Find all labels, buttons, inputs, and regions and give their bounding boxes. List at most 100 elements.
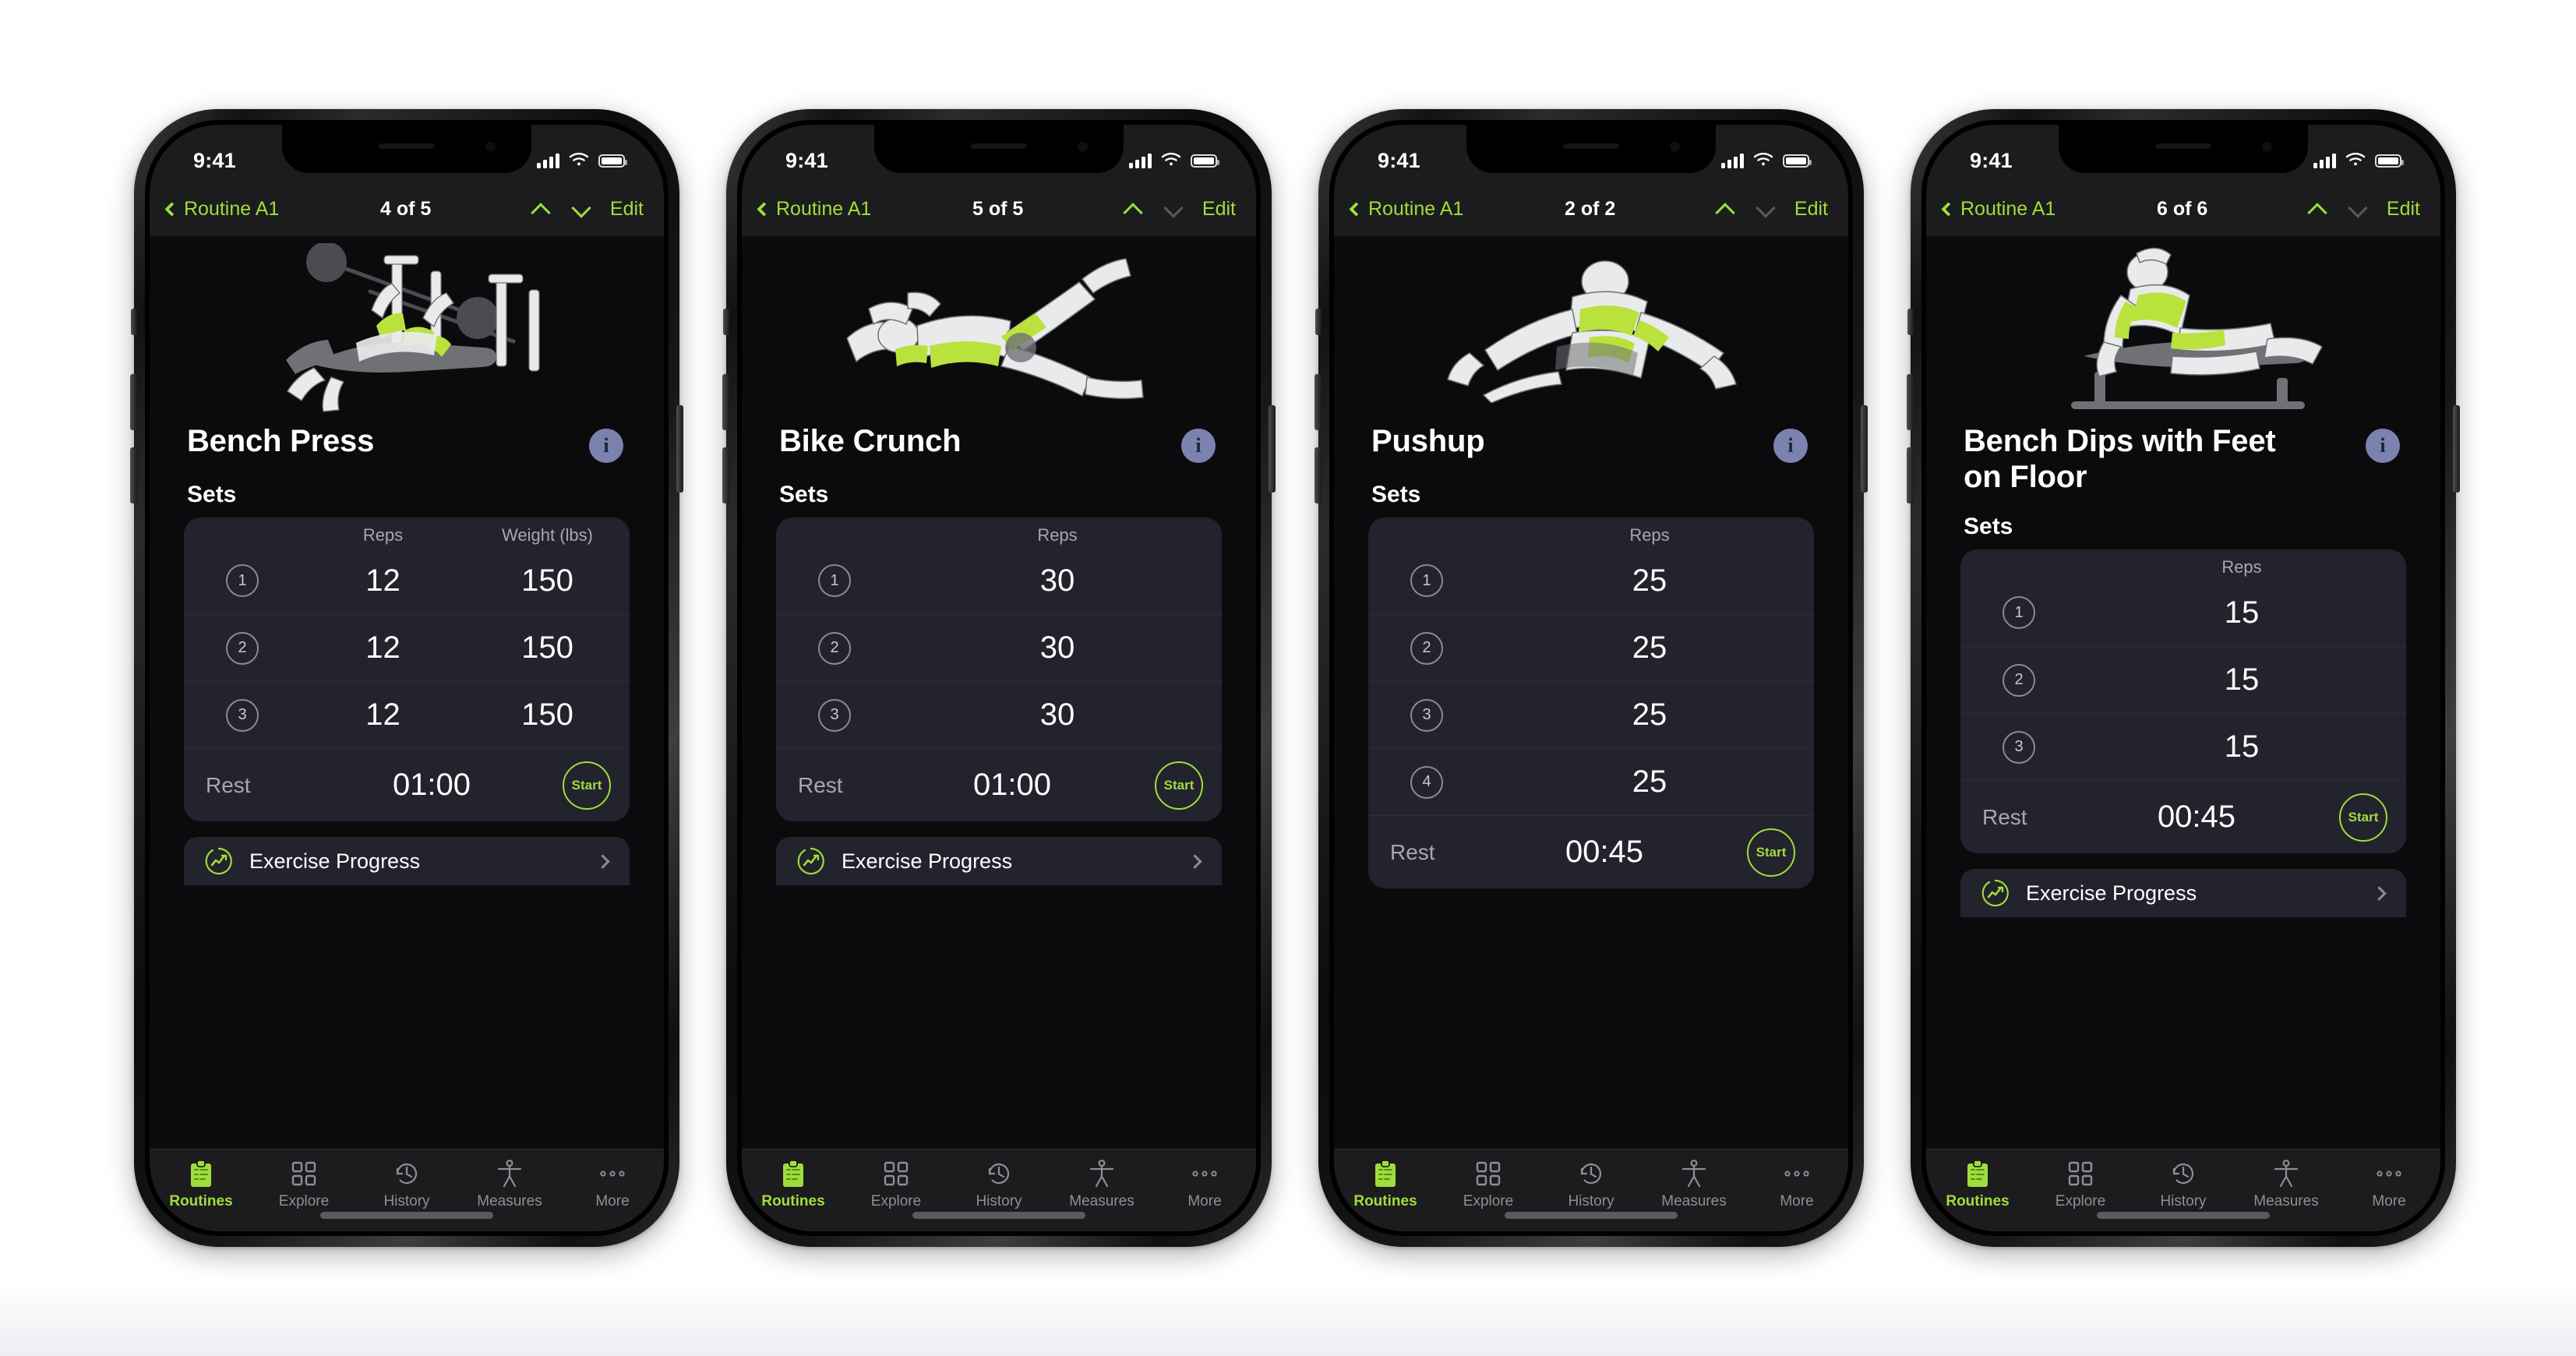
- set-row[interactable]: 3 25: [1368, 681, 1814, 748]
- tab-routines[interactable]: Routines: [150, 1158, 252, 1210]
- tab-explore[interactable]: Explore: [845, 1158, 947, 1210]
- home-indicator[interactable]: [912, 1212, 1085, 1219]
- exercise-progress-row[interactable]: Exercise Progress: [776, 837, 1222, 885]
- tab-measures[interactable]: Measures: [1050, 1158, 1153, 1210]
- next-exercise-button[interactable]: [1757, 201, 1774, 218]
- rest-duration[interactable]: 00:45: [2054, 800, 2339, 835]
- home-indicator[interactable]: [1505, 1212, 1678, 1219]
- volume-down-button[interactable]: [722, 447, 729, 503]
- edit-button[interactable]: Edit: [2387, 198, 2420, 221]
- tab-more[interactable]: More: [1745, 1158, 1848, 1210]
- set-reps-value[interactable]: 12: [301, 563, 465, 599]
- start-rest-timer-button[interactable]: Start: [1155, 761, 1203, 810]
- mute-switch[interactable]: [131, 309, 137, 335]
- set-reps-value[interactable]: 30: [893, 630, 1222, 666]
- edit-button[interactable]: Edit: [610, 198, 644, 221]
- home-indicator[interactable]: [2097, 1212, 2270, 1219]
- tab-history[interactable]: History: [2132, 1158, 2235, 1210]
- previous-exercise-button[interactable]: [1717, 201, 1734, 218]
- back-to-routine-button[interactable]: Routine A1: [1349, 198, 1463, 221]
- next-exercise-button[interactable]: [573, 201, 590, 218]
- set-reps-value[interactable]: 12: [301, 630, 465, 666]
- tab-history[interactable]: History: [1540, 1158, 1643, 1210]
- tab-more[interactable]: More: [1153, 1158, 1256, 1210]
- previous-exercise-button[interactable]: [1124, 201, 1142, 218]
- set-reps-value[interactable]: 25: [1485, 563, 1814, 599]
- set-row[interactable]: 4 25: [1368, 748, 1814, 815]
- set-row[interactable]: 1 15: [1960, 579, 2406, 646]
- exercise-progress-row[interactable]: Exercise Progress: [1960, 869, 2406, 918]
- set-reps-value[interactable]: 12: [301, 697, 465, 733]
- tab-explore[interactable]: Explore: [2029, 1158, 2132, 1210]
- set-reps-value[interactable]: 30: [893, 697, 1222, 733]
- home-indicator[interactable]: [320, 1212, 493, 1219]
- volume-up-button[interactable]: [1907, 374, 1914, 430]
- set-reps-value[interactable]: 25: [1485, 697, 1814, 733]
- next-exercise-button[interactable]: [1165, 201, 1182, 218]
- power-button[interactable]: [2453, 405, 2460, 493]
- rest-duration[interactable]: 00:45: [1462, 835, 1747, 870]
- rest-duration[interactable]: 01:00: [301, 768, 563, 803]
- set-reps-value[interactable]: 15: [2077, 595, 2406, 630]
- set-row[interactable]: 2 25: [1368, 614, 1814, 681]
- set-reps-value[interactable]: 15: [2077, 729, 2406, 765]
- power-button[interactable]: [1269, 405, 1276, 493]
- set-weight-value[interactable]: 150: [465, 563, 630, 599]
- info-icon[interactable]: i: [1773, 429, 1808, 463]
- info-icon[interactable]: i: [1181, 429, 1216, 463]
- tab-explore[interactable]: Explore: [252, 1158, 355, 1210]
- set-row[interactable]: 2 30: [776, 614, 1222, 681]
- next-exercise-button[interactable]: [2349, 201, 2366, 218]
- tab-routines[interactable]: Routines: [742, 1158, 845, 1210]
- set-row[interactable]: 1 25: [1368, 547, 1814, 614]
- back-to-routine-button[interactable]: Routine A1: [164, 198, 279, 221]
- set-row[interactable]: 1 30: [776, 547, 1222, 614]
- volume-up-button[interactable]: [1314, 374, 1322, 430]
- set-row[interactable]: 3 12 150: [184, 681, 630, 748]
- edit-button[interactable]: Edit: [1794, 198, 1828, 221]
- set-row[interactable]: 3 15: [1960, 713, 2406, 780]
- set-reps-value[interactable]: 15: [2077, 662, 2406, 697]
- start-rest-timer-button[interactable]: Start: [563, 761, 611, 810]
- start-rest-timer-button[interactable]: Start: [1747, 828, 1795, 877]
- power-button[interactable]: [1861, 405, 1868, 493]
- previous-exercise-button[interactable]: [2309, 201, 2326, 218]
- tab-measures[interactable]: Measures: [458, 1158, 561, 1210]
- volume-up-button[interactable]: [722, 374, 729, 430]
- start-rest-timer-button[interactable]: Start: [2339, 793, 2387, 842]
- volume-down-button[interactable]: [1314, 447, 1322, 503]
- tab-more[interactable]: More: [2338, 1158, 2440, 1210]
- set-row[interactable]: 2 12 150: [184, 614, 630, 681]
- tab-measures[interactable]: Measures: [2235, 1158, 2338, 1210]
- rest-duration[interactable]: 01:00: [870, 768, 1155, 803]
- mute-switch[interactable]: [1907, 309, 1914, 335]
- tab-more[interactable]: More: [561, 1158, 664, 1210]
- volume-down-button[interactable]: [130, 447, 137, 503]
- tab-routines[interactable]: Routines: [1926, 1158, 2029, 1210]
- back-to-routine-button[interactable]: Routine A1: [1941, 198, 2056, 221]
- tab-explore[interactable]: Explore: [1437, 1158, 1540, 1210]
- set-reps-value[interactable]: 25: [1485, 630, 1814, 666]
- mute-switch[interactable]: [723, 309, 729, 335]
- set-row[interactable]: 1 12 150: [184, 547, 630, 614]
- power-button[interactable]: [676, 405, 683, 493]
- info-icon[interactable]: i: [2366, 429, 2400, 463]
- set-reps-value[interactable]: 30: [893, 563, 1222, 599]
- set-row[interactable]: 3 30: [776, 681, 1222, 748]
- mute-switch[interactable]: [1315, 309, 1322, 335]
- set-weight-value[interactable]: 150: [465, 630, 630, 666]
- volume-up-button[interactable]: [130, 374, 137, 430]
- info-icon[interactable]: i: [589, 429, 623, 463]
- exercise-progress-row[interactable]: Exercise Progress: [184, 837, 630, 885]
- set-reps-value[interactable]: 25: [1485, 765, 1814, 800]
- tab-routines[interactable]: Routines: [1334, 1158, 1437, 1210]
- set-row[interactable]: 2 15: [1960, 646, 2406, 713]
- volume-down-button[interactable]: [1907, 447, 1914, 503]
- back-to-routine-button[interactable]: Routine A1: [757, 198, 871, 221]
- tab-history[interactable]: History: [355, 1158, 458, 1210]
- tab-measures[interactable]: Measures: [1643, 1158, 1745, 1210]
- set-weight-value[interactable]: 150: [465, 697, 630, 733]
- tab-history[interactable]: History: [947, 1158, 1050, 1210]
- previous-exercise-button[interactable]: [532, 201, 549, 218]
- edit-button[interactable]: Edit: [1202, 198, 1236, 221]
